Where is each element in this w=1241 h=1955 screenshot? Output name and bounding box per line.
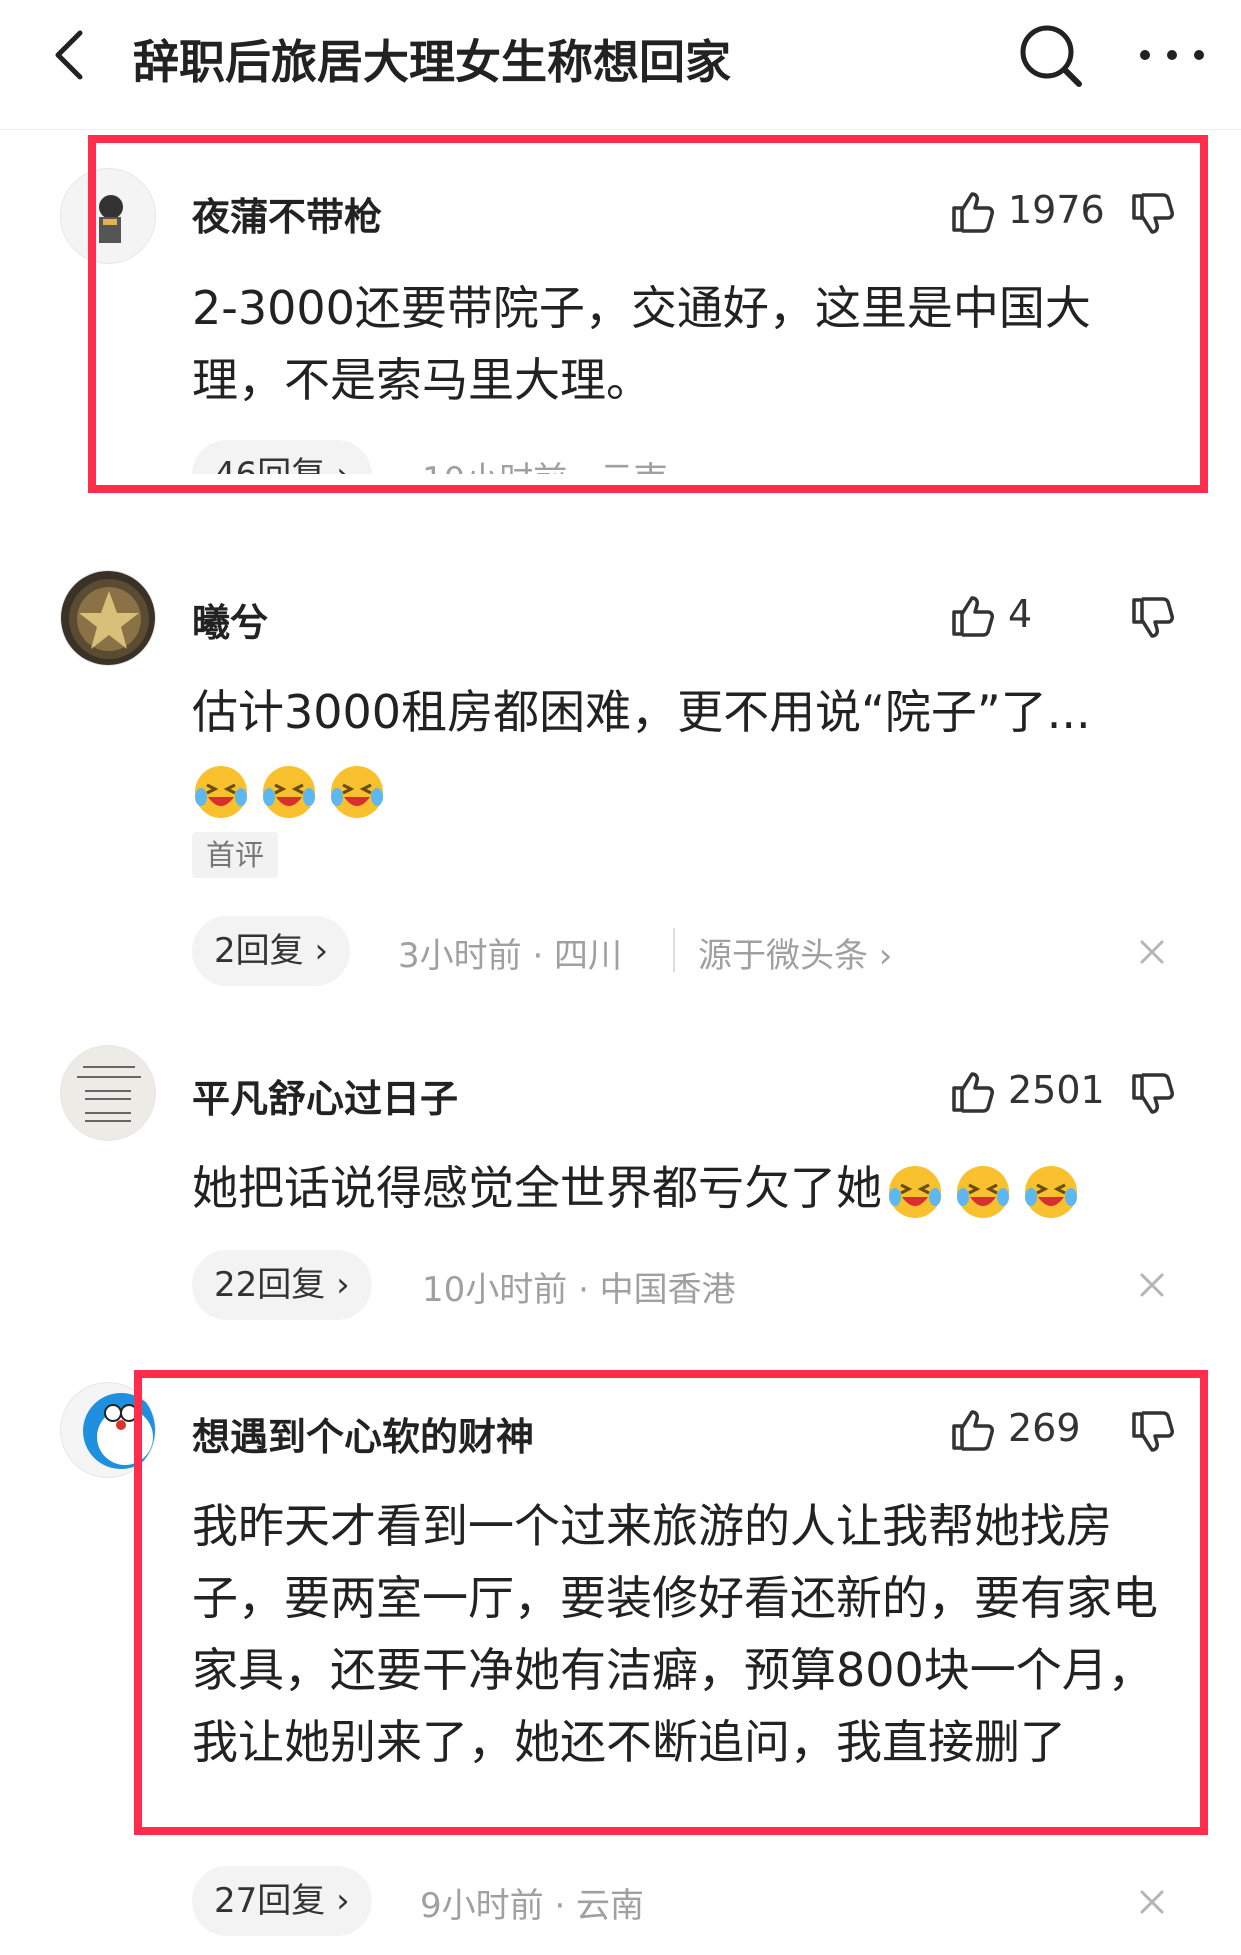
highlight-box	[134, 1370, 1208, 1835]
replies-button[interactable]: 27回复 ›	[192, 1866, 372, 1936]
close-icon[interactable]	[1135, 1885, 1169, 1919]
comment-meta: 9小时前 · 云南	[420, 1886, 645, 1926]
comment-item: 想遇到个心软的财神 269 我昨天才看到一个过来旅游的人让我帮她找房子，要两室一…	[0, 0, 1241, 1955]
